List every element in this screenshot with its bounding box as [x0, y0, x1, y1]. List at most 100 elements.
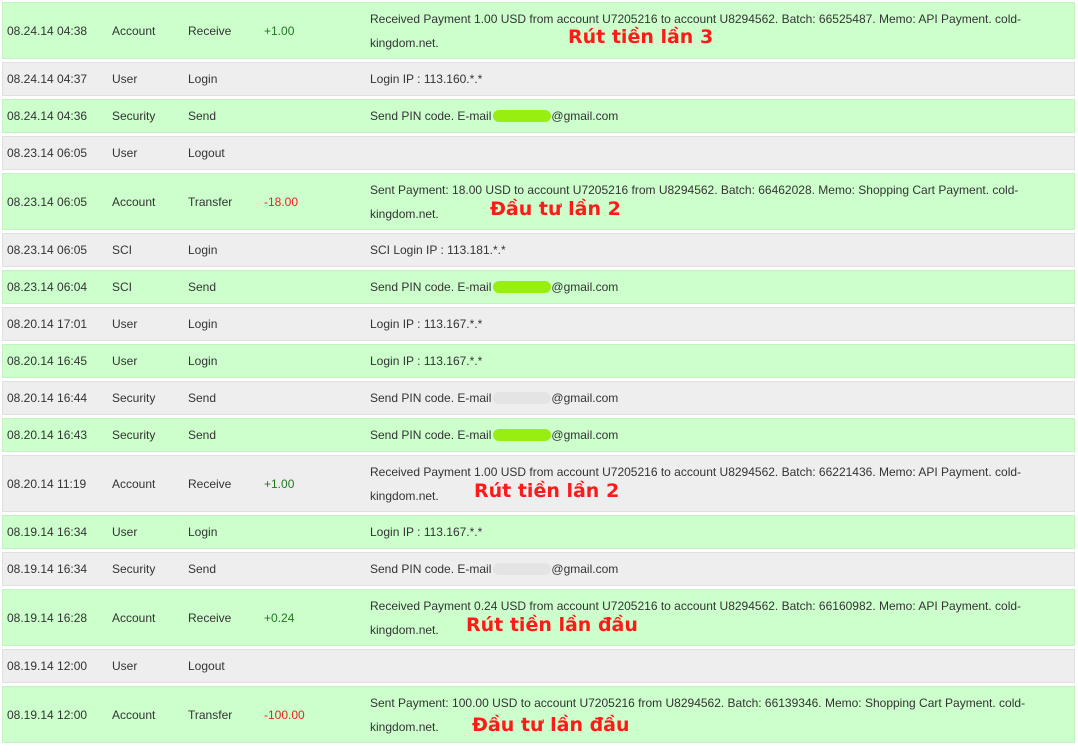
- row-date: 08.20.14 16:45: [7, 354, 88, 368]
- description-line: kingdom.net.: [370, 36, 439, 50]
- row-description: Login IP : 113.167.*.*: [370, 525, 483, 539]
- row-type: User: [112, 525, 138, 539]
- row-action: Transfer: [188, 707, 233, 722]
- row-date: 08.23.14 06:04: [7, 280, 88, 294]
- redaction-mark: [493, 110, 552, 122]
- description-suffix: @gmail.com: [551, 109, 619, 123]
- description-prefix: Send PIN code. E-mail: [370, 391, 492, 405]
- row-type: User: [112, 146, 138, 160]
- row-description: Send PIN code. E-mail @gmail.com: [370, 382, 1068, 414]
- redaction-mark: [493, 281, 552, 293]
- history-row: 08.20.14 11:19 Account Receive +1.00 Rec…: [2, 455, 1075, 512]
- row-description: Sent Payment: 18.00 USD to account U7205…: [370, 174, 1068, 229]
- row-type: SCI: [112, 280, 133, 294]
- row-action: Login: [188, 243, 218, 257]
- description-line: Sent Payment: 100.00 USD to account U720…: [370, 696, 1026, 710]
- row-date: 08.24.14 04:38: [7, 23, 88, 38]
- history-row: 08.23.14 06:04 SCI Send Send PIN code. E…: [2, 270, 1075, 304]
- row-action: Login: [188, 354, 218, 368]
- row-description: SCI Login IP : 113.181.*.*: [370, 243, 506, 257]
- row-date: 08.19.14 16:34: [7, 562, 88, 576]
- row-amount: +1.00: [264, 23, 295, 38]
- annotation-note: Đầu tư lần đầu: [472, 714, 630, 736]
- row-date: 08.20.14 16:44: [7, 391, 88, 405]
- history-row: 08.19.14 12:00 Account Transfer -100.00 …: [2, 686, 1075, 743]
- row-date: 08.23.14 06:05: [7, 146, 88, 160]
- history-row: 08.24.14 04:36 Security Send Send PIN co…: [2, 99, 1075, 133]
- row-action: Send: [188, 280, 217, 294]
- history-row: 08.19.14 12:00 User Logout: [2, 649, 1075, 683]
- description-prefix: Send PIN code. E-mail: [370, 428, 492, 442]
- history-row: 08.19.14 16:34 Security Send Send PIN co…: [2, 552, 1075, 586]
- row-action: Send: [188, 562, 217, 576]
- row-description: Send PIN code. E-mail @gmail.com: [370, 553, 1068, 585]
- description-suffix: @gmail.com: [551, 562, 619, 576]
- row-type: User: [112, 354, 138, 368]
- description-line: kingdom.net.: [370, 207, 439, 221]
- row-description: [370, 650, 1068, 682]
- row-action: Login: [188, 317, 218, 331]
- row-action: Receive: [188, 23, 232, 38]
- row-description: Login IP : 113.160.*.*: [370, 72, 483, 86]
- row-type: User: [112, 72, 138, 86]
- history-row: 08.20.14 16:45 User Login Login IP : 113…: [2, 344, 1075, 378]
- row-date: 08.19.14 16:34: [7, 525, 88, 539]
- row-date: 08.19.14 12:00: [7, 659, 88, 673]
- row-date: 08.24.14 04:37: [7, 72, 88, 86]
- history-row: 08.24.14 04:38 Account Receive +1.00 Rec…: [2, 2, 1075, 59]
- row-action: Logout: [188, 146, 225, 160]
- row-type: Account: [112, 610, 156, 625]
- row-amount: +1.00: [264, 476, 295, 491]
- row-type: User: [112, 317, 138, 331]
- row-action: Send: [188, 109, 217, 123]
- row-action: Login: [188, 525, 218, 539]
- history-row: 08.23.14 06:05 Account Transfer -18.00 S…: [2, 173, 1075, 230]
- row-amount: -100.00: [264, 707, 305, 722]
- redaction-mark: [493, 392, 552, 404]
- row-date: 08.23.14 06:05: [7, 194, 88, 209]
- row-description: Login IP : 113.167.*.*: [370, 354, 483, 368]
- row-description: Send PIN code. E-mail @gmail.com: [370, 100, 1068, 132]
- history-row: 08.19.14 16:28 Account Receive +0.24 Rec…: [2, 589, 1075, 646]
- row-action: Login: [188, 72, 218, 86]
- row-type: Security: [112, 391, 156, 405]
- row-date: 08.20.14 17:01: [7, 317, 88, 331]
- redaction-mark: [493, 563, 552, 575]
- row-type: Account: [112, 23, 156, 38]
- annotation-note: Rút tiền lần 3: [568, 26, 714, 48]
- row-date: 08.24.14 04:36: [7, 109, 88, 123]
- row-action: Send: [188, 428, 217, 442]
- history-row: 08.20.14 16:43 Security Send Send PIN co…: [2, 418, 1075, 452]
- row-action: Send: [188, 391, 217, 405]
- row-description: Login IP : 113.167.*.*: [370, 317, 483, 331]
- row-action: Receive: [188, 610, 232, 625]
- history-row: 08.20.14 16:44 Security Send Send PIN co…: [2, 381, 1075, 415]
- annotation-note: Rút tiền lần đầu: [466, 614, 638, 636]
- row-type: Account: [112, 194, 156, 209]
- description-line: Sent Payment: 18.00 USD to account U7205…: [370, 183, 1019, 197]
- description-suffix: @gmail.com: [551, 391, 619, 405]
- description-suffix: @gmail.com: [551, 428, 619, 442]
- row-type: User: [112, 659, 138, 673]
- row-type: SCI: [112, 243, 133, 257]
- annotation-note: Rút tiền lần 2: [474, 480, 620, 502]
- row-action: Logout: [188, 659, 225, 673]
- row-description: Send PIN code. E-mail @gmail.com: [370, 271, 1068, 303]
- row-type: Account: [112, 707, 156, 722]
- history-row: 08.23.14 06:05 User Logout: [2, 136, 1075, 170]
- row-description: [370, 137, 1068, 169]
- history-row: 08.20.14 17:01 User Login Login IP : 113…: [2, 307, 1075, 341]
- row-type: Security: [112, 109, 156, 123]
- history-row: 08.23.14 06:05 SCI Login SCI Login IP : …: [2, 233, 1075, 267]
- description-prefix: Send PIN code. E-mail: [370, 109, 492, 123]
- row-amount: -18.00: [264, 194, 299, 209]
- row-description: Send PIN code. E-mail @gmail.com: [370, 419, 1068, 451]
- description-prefix: Send PIN code. E-mail: [370, 280, 492, 294]
- annotation-note: Đầu tư lần 2: [490, 198, 621, 220]
- row-date: 08.20.14 11:19: [7, 476, 87, 491]
- row-date: 08.23.14 06:05: [7, 243, 88, 257]
- row-date: 08.19.14 12:00: [7, 707, 88, 722]
- row-type: Security: [112, 428, 156, 442]
- description-prefix: Send PIN code. E-mail: [370, 562, 492, 576]
- row-type: Security: [112, 562, 156, 576]
